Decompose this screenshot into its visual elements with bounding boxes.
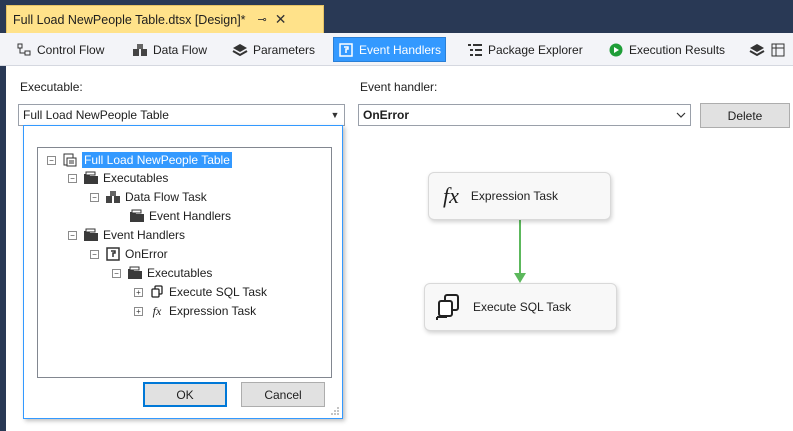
parameters-icon	[749, 42, 765, 58]
tree-node-executables[interactable]: − Executables	[68, 169, 168, 187]
designer-tab-bar: Control Flow Data Flow Parameters Event …	[0, 33, 793, 66]
tree-node-label: Executables	[103, 171, 169, 185]
tree-node-label: Full Load NewPeople Table	[82, 152, 232, 168]
executable-tree-popup: − Full Load NewPeople Table − Executable…	[23, 125, 343, 419]
grid-icon	[770, 42, 786, 58]
database-icon	[435, 293, 461, 321]
tree-node-data-flow-task[interactable]: − Data Flow Task	[90, 188, 207, 206]
folder-icon	[83, 227, 99, 243]
document-tab-strip: Full Load NewPeople Table.dtsx [Design]*…	[0, 0, 793, 33]
folder-icon	[127, 265, 143, 281]
collapse-icon[interactable]: −	[90, 249, 99, 259]
data-flow-icon	[105, 189, 121, 205]
tab-label: Parameters	[253, 42, 316, 57]
collapse-icon[interactable]: −	[68, 173, 77, 183]
tree-node-expression-task[interactable]: + fx Expression Task	[134, 302, 256, 320]
cancel-button[interactable]: Cancel	[241, 382, 325, 407]
tab-label: Execution Results	[629, 42, 726, 57]
window-edge	[0, 66, 6, 431]
expand-icon[interactable]: +	[134, 306, 143, 316]
ok-button[interactable]: OK	[143, 382, 227, 407]
tree-node-root[interactable]: − Full Load NewPeople Table	[47, 151, 232, 169]
event-handler-combo[interactable]: OnError	[358, 104, 691, 126]
fx-icon: fx	[443, 183, 459, 208]
control-flow-icon	[16, 42, 32, 58]
tree-node-label: Data Flow Task	[125, 190, 207, 204]
parameters-icon	[232, 42, 248, 58]
tree-node-label: Execute SQL Task	[169, 285, 268, 299]
tab-control-flow[interactable]: Control Flow	[12, 37, 108, 62]
executable-label: Executable:	[20, 80, 83, 94]
expand-icon[interactable]: +	[134, 287, 143, 297]
close-icon[interactable]: ✕	[275, 11, 287, 28]
executable-value: Full Load NewPeople Table	[23, 108, 169, 122]
executable-tree[interactable]: − Full Load NewPeople Table − Executable…	[37, 147, 332, 378]
event-handler-value: OnError	[363, 108, 410, 122]
tab-label: Event Handlers	[359, 42, 442, 57]
tab-data-flow[interactable]: Data Flow	[128, 37, 211, 62]
tree-node-label: Executables	[147, 266, 213, 280]
package-icon	[62, 152, 78, 168]
tab-event-handlers[interactable]: Event Handlers	[333, 37, 447, 62]
tab-overflow[interactable]	[745, 37, 793, 62]
folder-icon	[83, 170, 99, 186]
tab-execution-results[interactable]: Execution Results	[604, 37, 729, 62]
tree-node-dft-event-handlers[interactable]: Event Handlers	[129, 207, 231, 225]
document-tab[interactable]: Full Load NewPeople Table.dtsx [Design]*…	[6, 5, 324, 33]
execute-sql-task-box[interactable]: Execute SQL Task	[424, 283, 617, 331]
folder-icon	[129, 208, 145, 224]
event-handlers-icon	[338, 42, 354, 58]
event-handler-label: Event handler:	[360, 80, 438, 94]
tab-label: Package Explorer	[488, 42, 583, 57]
collapse-icon[interactable]: −	[112, 268, 121, 278]
collapse-icon[interactable]: −	[47, 155, 56, 165]
fx-icon: fx	[152, 303, 162, 318]
tree-node-label: OnError	[125, 247, 168, 261]
execute-sql-task-label: Execute SQL Task	[473, 300, 572, 314]
expression-task-box[interactable]: fx Expression Task	[428, 172, 611, 220]
precedence-constraint[interactable]	[510, 217, 530, 285]
tree-node-label: Expression Task	[169, 304, 257, 318]
tree-node-event-handlers[interactable]: − Event Handlers	[68, 226, 185, 244]
executable-combo[interactable]: Full Load NewPeople Table ▼	[18, 104, 345, 126]
data-flow-icon	[132, 42, 148, 58]
tab-label: Data Flow	[153, 42, 208, 57]
execution-results-icon	[608, 42, 624, 58]
delete-button[interactable]: Delete	[700, 103, 790, 128]
tab-label: Control Flow	[37, 42, 105, 57]
tab-parameters[interactable]: Parameters	[228, 37, 319, 62]
tab-package-explorer[interactable]: Package Explorer	[463, 37, 587, 62]
database-icon	[149, 284, 165, 300]
tree-node-label: Event Handlers	[103, 228, 186, 242]
package-explorer-icon	[467, 42, 483, 58]
chevron-down-icon[interactable]	[672, 105, 690, 125]
resize-grip-icon[interactable]	[330, 406, 340, 416]
document-tab-title: Full Load NewPeople Table.dtsx [Design]*	[13, 12, 246, 27]
tree-node-on-error-executables[interactable]: − Executables	[112, 264, 212, 282]
tree-node-on-error[interactable]: − OnError	[90, 245, 168, 263]
tree-node-label: Event Handlers	[149, 209, 232, 223]
collapse-icon[interactable]: −	[90, 192, 99, 202]
chevron-down-icon[interactable]: ▼	[326, 105, 344, 125]
pin-icon[interactable]: ⊸	[258, 13, 267, 26]
event-handler-icon	[105, 246, 121, 262]
tree-node-execute-sql-task[interactable]: + Execute SQL Task	[134, 283, 267, 301]
expression-task-label: Expression Task	[470, 189, 559, 203]
collapse-icon[interactable]: −	[68, 230, 77, 240]
